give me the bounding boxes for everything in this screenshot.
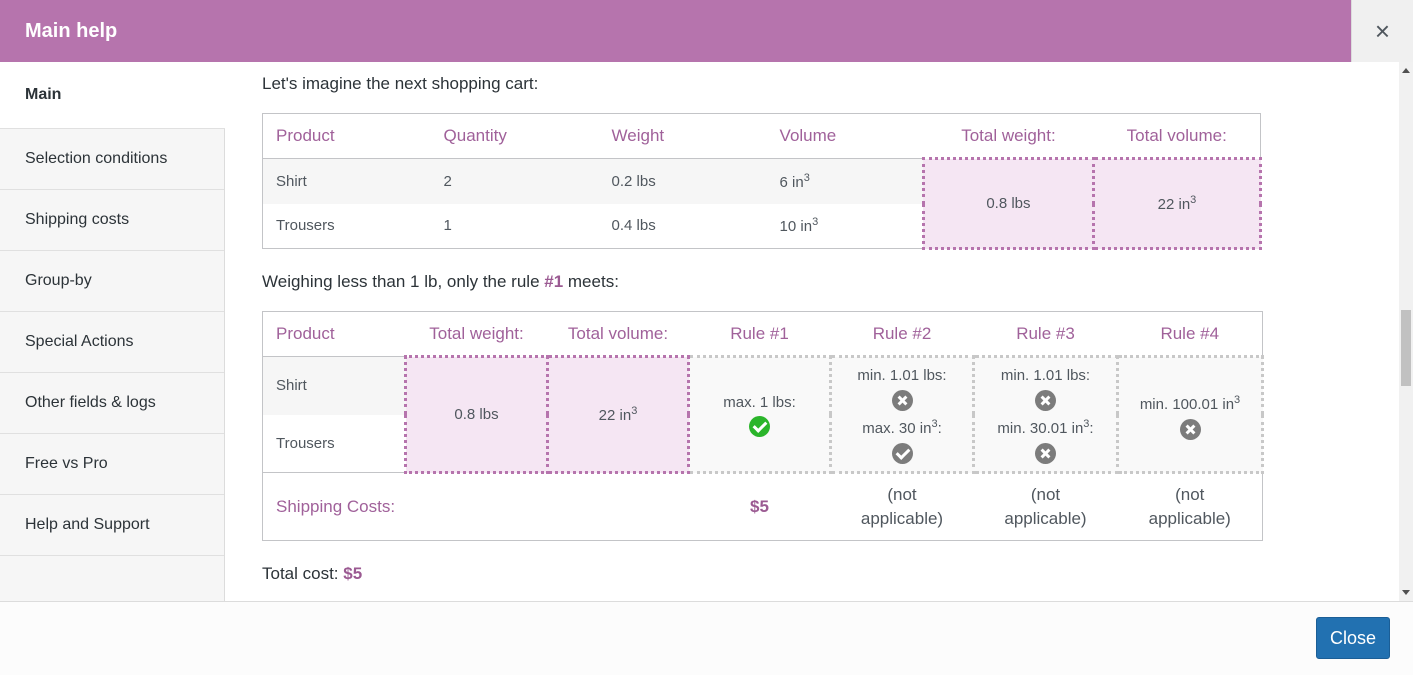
content-scrollbar[interactable] bbox=[1399, 62, 1413, 601]
cell-product: Shirt bbox=[262, 158, 431, 204]
sidebar-item-shipping-costs[interactable]: Shipping costs bbox=[0, 190, 224, 251]
cell-rule-4: min. 100.01 in3 bbox=[1116, 355, 1264, 474]
rule-1-price: $5 bbox=[750, 497, 769, 516]
header-total-weight: Total weight: bbox=[923, 113, 1094, 159]
header-rule-3: Rule #3 bbox=[973, 311, 1118, 357]
shipping-costs-label: Shipping Costs: bbox=[276, 496, 396, 516]
modal-header: Main help × bbox=[0, 0, 1413, 62]
sidebar-item-help-support[interactable]: Help and Support bbox=[0, 495, 224, 556]
header-total-volume: Total volume: bbox=[547, 311, 689, 357]
cart-table: Product Quantity Weight Volume Total wei… bbox=[262, 113, 1263, 250]
cell-rule-1: max. 1 lbs: bbox=[687, 355, 832, 474]
x-icon bbox=[1179, 418, 1201, 440]
cell-volume: 6 in3 bbox=[766, 158, 924, 204]
x-icon bbox=[891, 389, 913, 411]
rule-highlight: #1 bbox=[544, 272, 564, 291]
sidebar-item-group-by[interactable]: Group-by bbox=[0, 251, 224, 312]
cell-product: Shirt bbox=[262, 356, 406, 415]
total-cost: Total cost: $5 bbox=[262, 564, 363, 583]
help-content: Let's imagine the next shopping cart: Pr… bbox=[225, 62, 1399, 601]
header-volume: Volume bbox=[766, 113, 924, 159]
scroll-down-icon[interactable] bbox=[1402, 590, 1410, 595]
cell-weight: 0.2 lbs bbox=[598, 158, 767, 204]
check-icon bbox=[749, 416, 770, 438]
rule-2-price: (not applicable) bbox=[860, 485, 944, 528]
x-icon bbox=[1035, 442, 1056, 464]
sidebar-item-special-actions[interactable]: Special Actions bbox=[0, 312, 224, 373]
cell-quantity: 1 bbox=[443, 217, 452, 235]
cell-total-volume: 22 in3 bbox=[546, 355, 690, 474]
modal-footer: Close bbox=[0, 601, 1413, 675]
header-total-volume: Total volume: bbox=[1093, 113, 1261, 159]
header-rule-1: Rule #1 bbox=[688, 311, 831, 357]
cell-total-weight: 0.8 lbs bbox=[921, 157, 1095, 250]
header-rule-2: Rule #2 bbox=[830, 311, 974, 357]
cell-rule-3: min. 1.01 lbs: min. 30.01 in3: bbox=[972, 355, 1119, 474]
shipping-costs-row: Shipping Costs: $5 (not applicable) (not a… bbox=[262, 472, 1263, 541]
sidebar: Main Selection conditions Shipping costs… bbox=[0, 62, 225, 601]
cell-product: Trousers bbox=[276, 434, 335, 452]
cell-volume: 10 in3 bbox=[779, 216, 819, 236]
total-cost-value: $5 bbox=[343, 564, 363, 583]
header-product: Product bbox=[262, 311, 406, 357]
rules-table: Product Total weight: Total volume: Rule… bbox=[262, 311, 1264, 541]
close-icon[interactable]: × bbox=[1351, 0, 1413, 62]
intro-text: Let's imagine the next shopping cart: bbox=[262, 74, 539, 93]
modal-title: Main help bbox=[25, 20, 118, 42]
scroll-up-icon[interactable] bbox=[1402, 68, 1410, 73]
cell-total-volume: 22 in3 bbox=[1091, 157, 1263, 250]
cell-quantity: 2 bbox=[430, 158, 599, 204]
rule-4-price: (not applicable) bbox=[1148, 485, 1231, 528]
rule-3-price: (not applicable) bbox=[1004, 485, 1087, 528]
sidebar-item-selection-conditions[interactable]: Selection conditions bbox=[0, 129, 224, 190]
table-row: Shirt 0.8 lbs 22 in3 max. 1 lbs: min. 1.… bbox=[262, 355, 1264, 474]
rule-sentence: Weighing less than 1 lb, only the rule #… bbox=[262, 272, 619, 291]
header-rule-4: Rule #4 bbox=[1117, 311, 1263, 357]
sidebar-item-free-vs-pro[interactable]: Free vs Pro bbox=[0, 434, 224, 495]
cell-rule-2: min. 1.01 lbs: max. 30 in3: bbox=[829, 355, 975, 474]
sidebar-item-main[interactable]: Main bbox=[0, 62, 225, 129]
sidebar-item-other-fields[interactable]: Other fields & logs bbox=[0, 373, 224, 434]
header-total-weight: Total weight: bbox=[405, 311, 548, 357]
cell-total-weight: 0.8 lbs bbox=[404, 355, 549, 474]
cell-product: Trousers bbox=[276, 217, 335, 235]
cell-weight: 0.4 lbs bbox=[611, 217, 656, 235]
header-quantity: Quantity bbox=[430, 113, 599, 159]
table-row: Shirt 2 0.2 lbs 6 in3 0.8 lbs 22 in3 bbox=[262, 157, 1263, 250]
check-icon bbox=[891, 442, 913, 464]
header-product: Product bbox=[262, 113, 431, 159]
x-icon bbox=[1035, 389, 1056, 411]
scroll-thumb[interactable] bbox=[1401, 310, 1411, 386]
close-button[interactable]: Close bbox=[1316, 617, 1390, 659]
header-weight: Weight bbox=[598, 113, 767, 159]
